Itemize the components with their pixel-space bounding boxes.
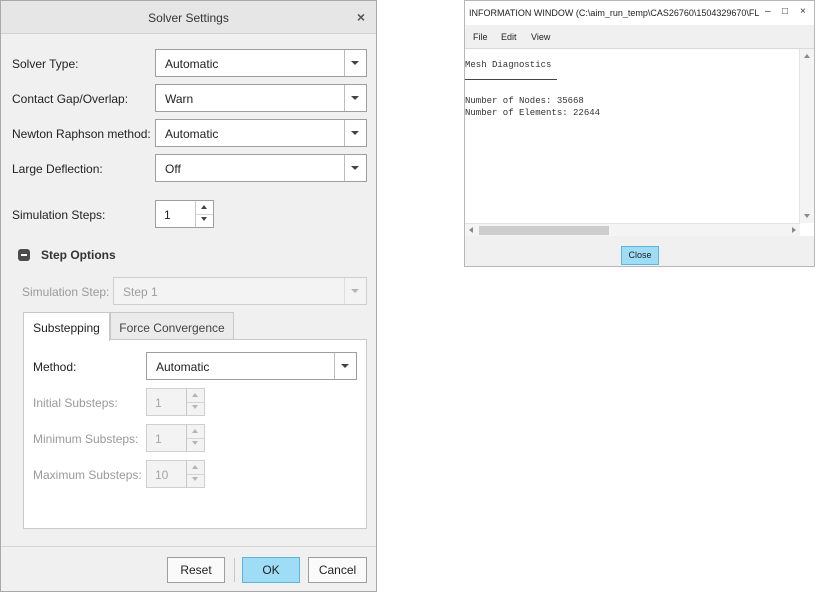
large-deflection-dropdown[interactable]: Off bbox=[155, 154, 367, 182]
simulation-step-dropdown[interactable]: Step 1 bbox=[113, 277, 367, 305]
ok-button[interactable]: OK bbox=[242, 557, 300, 583]
maximum-substeps-label: Maximum Substeps: bbox=[33, 468, 142, 482]
info-text-area[interactable]: Mesh Diagnostics Number of Nodes: 35668 … bbox=[465, 48, 814, 236]
contact-gap-label: Contact Gap/Overlap: bbox=[12, 92, 129, 106]
tab-label: Substepping bbox=[33, 321, 100, 335]
chevron-down-icon[interactable] bbox=[344, 120, 366, 146]
newton-raphson-label: Newton Raphson method: bbox=[12, 127, 151, 141]
simulation-step-label: Simulation Step: bbox=[22, 285, 110, 299]
contact-gap-value: Warn bbox=[165, 92, 194, 106]
information-window: INFORMATION WINDOW (C:\aim_run_temp\CAS2… bbox=[464, 0, 815, 267]
chevron-down-icon[interactable] bbox=[344, 50, 366, 76]
scroll-left-arrow-icon[interactable] bbox=[469, 227, 473, 233]
vertical-scrollbar[interactable] bbox=[799, 49, 814, 223]
simulation-steps-value[interactable]: 1 bbox=[164, 208, 171, 222]
solver-type-dropdown[interactable]: Automatic bbox=[155, 49, 367, 77]
scroll-down-arrow-icon[interactable] bbox=[804, 214, 810, 218]
decrement-arrow-icon[interactable] bbox=[187, 438, 204, 451]
mesh-diagnostics-heading: Mesh Diagnostics bbox=[465, 60, 552, 70]
elements-line: Number of Elements: 22644 bbox=[465, 108, 601, 118]
horizontal-scrollbar[interactable] bbox=[465, 223, 800, 236]
chevron-down-icon[interactable] bbox=[344, 85, 366, 111]
scroll-thumb[interactable] bbox=[479, 226, 609, 235]
cancel-button[interactable]: Cancel bbox=[308, 557, 367, 583]
increment-arrow-icon[interactable] bbox=[187, 389, 204, 403]
minimize-icon[interactable]: – bbox=[765, 6, 771, 17]
maximum-substeps-value[interactable]: 10 bbox=[155, 468, 168, 482]
footer-divider bbox=[1, 546, 376, 547]
maximize-icon[interactable]: □ bbox=[782, 6, 788, 17]
tab-label: Force Convergence bbox=[119, 321, 225, 335]
chevron-down-icon[interactable] bbox=[334, 353, 356, 379]
chevron-down-icon[interactable] bbox=[344, 155, 366, 181]
method-label: Method: bbox=[33, 360, 77, 374]
initial-substeps-label: Initial Substeps: bbox=[33, 396, 118, 410]
menu-edit[interactable]: Edit bbox=[501, 32, 517, 42]
solver-type-value: Automatic bbox=[165, 57, 219, 71]
info-menu-bar: File Edit View bbox=[465, 26, 814, 47]
maximum-substeps-stepper[interactable]: 10 bbox=[146, 460, 205, 488]
newton-raphson-dropdown[interactable]: Automatic bbox=[155, 119, 367, 147]
tab-substepping[interactable]: Substepping bbox=[23, 312, 110, 341]
tab-force-convergence[interactable]: Force Convergence bbox=[110, 312, 234, 340]
increment-arrow-icon[interactable] bbox=[187, 425, 204, 439]
method-value: Automatic bbox=[156, 360, 210, 374]
minimum-substeps-label: Minimum Substeps: bbox=[33, 432, 139, 446]
simulation-steps-label: Simulation Steps: bbox=[12, 208, 106, 222]
increment-arrow-icon[interactable] bbox=[187, 461, 204, 475]
info-window-title: INFORMATION WINDOW (C:\aim_run_temp\CAS2… bbox=[469, 8, 759, 18]
initial-substeps-value[interactable]: 1 bbox=[155, 396, 162, 410]
large-deflection-label: Large Deflection: bbox=[12, 162, 103, 176]
solver-settings-dialog: Solver Settings × Solver Type: Automatic… bbox=[0, 0, 377, 592]
method-dropdown[interactable]: Automatic bbox=[146, 352, 357, 380]
simulation-steps-stepper[interactable]: 1 bbox=[155, 200, 214, 228]
nodes-line: Number of Nodes: 35668 bbox=[465, 96, 584, 106]
stepper-buttons bbox=[186, 461, 204, 487]
scroll-right-arrow-icon[interactable] bbox=[792, 227, 796, 233]
button-divider bbox=[234, 558, 235, 582]
large-deflection-value: Off bbox=[165, 162, 181, 176]
chevron-down-icon[interactable] bbox=[344, 278, 366, 304]
close-icon[interactable]: × bbox=[800, 6, 806, 17]
simulation-step-value: Step 1 bbox=[123, 285, 158, 299]
decrement-arrow-icon[interactable] bbox=[196, 214, 213, 227]
stepper-buttons bbox=[186, 389, 204, 415]
heading-underline bbox=[465, 79, 557, 80]
menu-view[interactable]: View bbox=[531, 32, 550, 42]
menu-file[interactable]: File bbox=[473, 32, 488, 42]
decrement-arrow-icon[interactable] bbox=[187, 474, 204, 487]
solver-type-label: Solver Type: bbox=[12, 57, 79, 71]
newton-raphson-value: Automatic bbox=[165, 127, 219, 141]
close-icon[interactable]: × bbox=[357, 9, 365, 25]
dialog-title-bar: Solver Settings × bbox=[1, 1, 376, 34]
increment-arrow-icon[interactable] bbox=[196, 201, 213, 215]
reset-button[interactable]: Reset bbox=[167, 557, 225, 583]
initial-substeps-stepper[interactable]: 1 bbox=[146, 388, 205, 416]
stepper-buttons bbox=[195, 201, 213, 227]
dialog-title: Solver Settings bbox=[148, 11, 229, 25]
step-options-title[interactable]: Step Options bbox=[41, 248, 116, 262]
minimum-substeps-stepper[interactable]: 1 bbox=[146, 424, 205, 452]
minimum-substeps-value[interactable]: 1 bbox=[155, 432, 162, 446]
decrement-arrow-icon[interactable] bbox=[187, 402, 204, 415]
info-window-title-bar: INFORMATION WINDOW (C:\aim_run_temp\CAS2… bbox=[465, 1, 814, 25]
stepper-buttons bbox=[186, 425, 204, 451]
scroll-up-arrow-icon[interactable] bbox=[804, 54, 810, 58]
info-close-button[interactable]: Close bbox=[621, 246, 659, 265]
contact-gap-dropdown[interactable]: Warn bbox=[155, 84, 367, 112]
collapse-minus-icon[interactable] bbox=[18, 249, 30, 261]
